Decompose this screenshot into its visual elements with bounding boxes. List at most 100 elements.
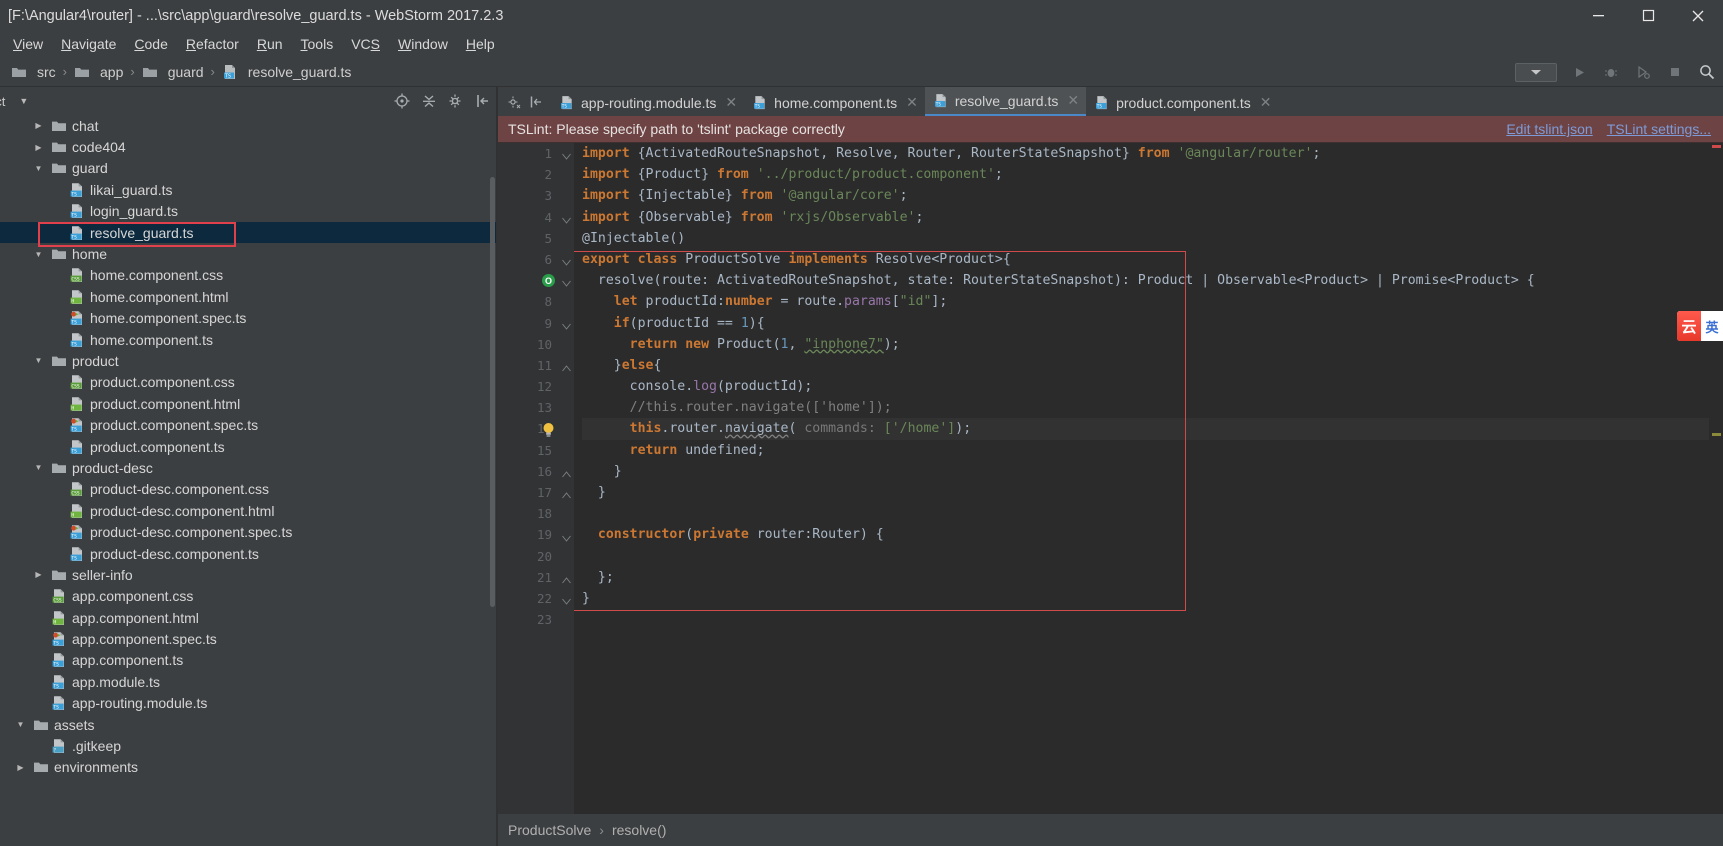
menu-help[interactable]: Help xyxy=(457,33,504,55)
code-line[interactable]: //this.router.navigate(['home']); xyxy=(582,397,1709,418)
tslint-settings-link[interactable]: TSLint settings... xyxy=(1607,121,1711,137)
tree-file-row[interactable]: TS product-desc.component.ts xyxy=(0,543,498,564)
status-breadcrumb-class[interactable]: ProductSolve xyxy=(508,822,591,838)
intention-bulb-icon[interactable] xyxy=(542,422,555,443)
tree-folder-row[interactable]: ▼ assets xyxy=(0,714,498,735)
editor-tab[interactable]: TS home.component.ts ✕ xyxy=(744,89,925,116)
chevron-down-icon[interactable]: ▼ xyxy=(32,162,45,175)
tree-file-row[interactable]: CSS home.component.css xyxy=(0,265,498,286)
tree-file-row[interactable]: TS login_guard.ts xyxy=(0,201,498,222)
maximize-button[interactable] xyxy=(1623,0,1673,31)
chevron-right-icon[interactable]: ▶ xyxy=(32,141,45,154)
tab-close-icon[interactable]: ✕ xyxy=(725,94,737,111)
chevron-right-icon[interactable]: ▶ xyxy=(32,119,45,132)
tree-file-row[interactable]: CSS app.component.css xyxy=(0,586,498,607)
code-fold-toggle[interactable] xyxy=(561,488,572,499)
menu-tools[interactable]: Tools xyxy=(292,33,343,55)
code-line[interactable]: resolve(route: ActivatedRouteSnapshot, s… xyxy=(582,270,1709,291)
code-line[interactable] xyxy=(582,503,1709,524)
code-line[interactable]: this.router.navigate( commands: ['/home'… xyxy=(582,418,1709,440)
editor-tab[interactable]: TS product.component.ts ✕ xyxy=(1086,89,1278,116)
hide-panel-icon[interactable] xyxy=(474,92,492,110)
tree-file-row[interactable]: Hproduct.component.html xyxy=(0,393,498,414)
code-line[interactable]: if(productId == 1){ xyxy=(582,313,1709,334)
chevron-down-icon[interactable]: ▼ xyxy=(32,461,45,474)
tree-file-row[interactable]: CSS product.component.css xyxy=(0,372,498,393)
code-line[interactable]: return new Product(1, "inphone7"); xyxy=(582,334,1709,355)
tree-file-row[interactable]: Happ.component.html xyxy=(0,607,498,628)
code-fold-toggle[interactable] xyxy=(561,276,572,287)
gear-icon[interactable] xyxy=(447,92,465,110)
tree-folder-row[interactable]: ▶ chat xyxy=(0,115,498,136)
code-line[interactable] xyxy=(582,546,1709,567)
tree-file-row[interactable]: TS app-routing.module.ts xyxy=(0,693,498,714)
code-fold-toggle[interactable] xyxy=(561,149,572,160)
tree-file-row[interactable]: Hhome.component.html xyxy=(0,286,498,307)
menu-vcs[interactable]: VCS xyxy=(342,33,389,55)
tree-folder-row[interactable]: ▶ seller-info xyxy=(0,564,498,585)
stop-icon[interactable] xyxy=(1665,62,1685,82)
menu-refactor[interactable]: Refactor xyxy=(177,33,248,55)
tree-file-row[interactable]: TS likai_guard.ts xyxy=(0,179,498,200)
hide-editor-icon[interactable] xyxy=(528,94,543,109)
chevron-down-icon[interactable]: ▼ xyxy=(14,718,27,731)
menu-code[interactable]: Code xyxy=(125,33,176,55)
code-editor[interactable]: 1234567891011121314151617181920212223O i… xyxy=(498,143,1723,814)
menu-view[interactable]: View xyxy=(4,33,52,55)
status-breadcrumb-method[interactable]: resolve() xyxy=(612,822,666,838)
tree-folder-row[interactable]: ▶ environments xyxy=(0,757,498,778)
editor-tab[interactable]: TS app-routing.module.ts ✕ xyxy=(551,89,744,116)
code-line[interactable]: } xyxy=(582,588,1709,609)
tree-file-row[interactable]: TS home.component.spec.ts xyxy=(0,308,498,329)
chevron-down-icon[interactable]: ▼ xyxy=(32,354,45,367)
menu-run[interactable]: Run xyxy=(248,33,292,55)
tree-file-row[interactable]: TS product.component.ts xyxy=(0,436,498,457)
project-file-tree[interactable]: ▶ chat ▶ code404 ▼ guard TS likai_guard.ts TS log… xyxy=(0,115,498,846)
code-fold-toggle[interactable] xyxy=(561,467,572,478)
code-line[interactable]: console.log(productId); xyxy=(582,376,1709,397)
tree-file-row[interactable]: TS app.component.ts xyxy=(0,650,498,671)
breadcrumb-item-app[interactable]: app xyxy=(71,64,126,80)
warning-stripe-marker[interactable] xyxy=(1712,433,1721,436)
code-line[interactable]: import {Observable} from 'rxjs/Observabl… xyxy=(582,207,1709,228)
tree-file-row[interactable]: TS app.component.spec.ts xyxy=(0,628,498,649)
code-line[interactable]: let productId:number = route.params["id"… xyxy=(582,291,1709,312)
breadcrumb-item-guard[interactable]: guard xyxy=(139,64,207,80)
code-fold-toggle[interactable] xyxy=(561,255,572,266)
code-fold-toggle[interactable] xyxy=(561,531,572,542)
code-line[interactable]: constructor(private router:Router) { xyxy=(582,524,1709,545)
close-button[interactable] xyxy=(1673,0,1723,31)
tree-folder-row[interactable]: ▼ product xyxy=(0,350,498,371)
code-line[interactable] xyxy=(582,609,1709,630)
run-icon[interactable] xyxy=(1569,62,1589,82)
code-line[interactable]: import {Injectable} from '@angular/core'… xyxy=(582,185,1709,206)
tree-file-row[interactable]: CSS product-desc.component.css xyxy=(0,479,498,500)
sidebar-scrollbar[interactable] xyxy=(490,177,495,607)
editor-tab[interactable]: TS resolve_guard.ts ✕ xyxy=(924,87,1087,116)
tree-folder-row[interactable]: ▼ product-desc xyxy=(0,457,498,478)
tree-folder-row[interactable]: ▶ code404 xyxy=(0,136,498,157)
code-line[interactable]: } xyxy=(582,482,1709,503)
code-line[interactable]: } xyxy=(582,461,1709,482)
tree-folder-row[interactable]: ▼ guard xyxy=(0,158,498,179)
code-folding-column[interactable] xyxy=(560,143,574,814)
edit-tslint-json-link[interactable]: Edit tslint.json xyxy=(1506,121,1592,137)
breadcrumb-item-src[interactable]: src xyxy=(8,64,59,80)
code-fold-toggle[interactable] xyxy=(561,361,572,372)
settings-arrow-icon[interactable] xyxy=(506,94,521,109)
code-line[interactable]: }else{ xyxy=(582,355,1709,376)
code-content[interactable]: import {ActivatedRouteSnapshot, Resolve,… xyxy=(574,143,1709,814)
search-icon[interactable] xyxy=(1697,62,1717,82)
chevron-right-icon[interactable]: ▶ xyxy=(14,761,27,774)
code-line[interactable]: export class ProductSolve implements Res… xyxy=(582,249,1709,270)
menu-window[interactable]: Window xyxy=(389,33,457,55)
tree-file-row[interactable]: TS product.component.spec.ts xyxy=(0,414,498,435)
minimize-button[interactable] xyxy=(1573,0,1623,31)
tree-file-row[interactable]: TS resolve_guard.ts xyxy=(0,221,498,248)
code-line[interactable]: import {Product} from '../product/produc… xyxy=(582,164,1709,185)
code-line[interactable]: return undefined; xyxy=(582,440,1709,461)
code-fold-toggle[interactable] xyxy=(561,213,572,224)
error-stripe-marker[interactable] xyxy=(1712,145,1721,148)
debug-icon[interactable] xyxy=(1601,62,1621,82)
tab-close-icon[interactable]: ✕ xyxy=(906,94,918,111)
